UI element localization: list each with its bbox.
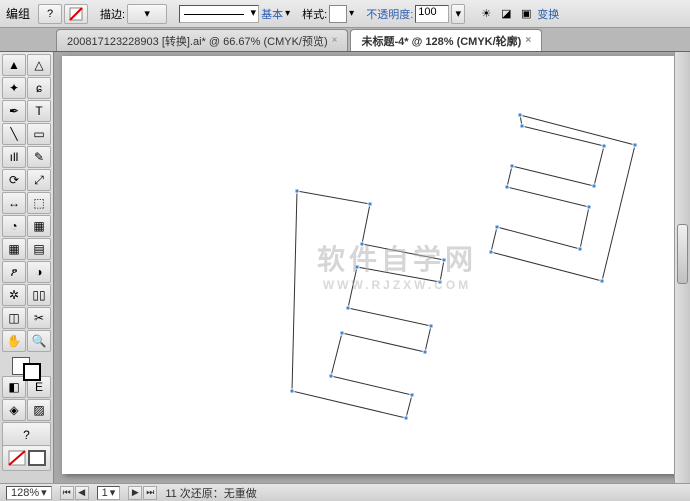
tool-zoom[interactable]: 🔍 (27, 330, 51, 352)
anchor-point[interactable] (495, 225, 500, 230)
anchor-point[interactable] (505, 185, 510, 190)
tool-pen[interactable]: ✒ (2, 100, 26, 122)
stroke-label: 描边: (100, 6, 125, 22)
basic-link[interactable]: 基本 (261, 6, 283, 22)
scrollbar-thumb[interactable] (677, 224, 688, 284)
close-icon[interactable]: × (332, 35, 338, 46)
tool-brush[interactable]: ıll (2, 146, 26, 168)
tool-magic-wand[interactable]: ✦ (2, 77, 26, 99)
tool-type[interactable]: T (27, 100, 51, 122)
prev-page-button[interactable]: ◀ (75, 486, 89, 500)
anchor-point[interactable] (340, 331, 345, 336)
anchor-point[interactable] (489, 250, 494, 255)
stroke-style-input[interactable]: ▾ (179, 5, 259, 23)
anchor-point[interactable] (295, 189, 300, 194)
document-tab-2[interactable]: 未标题-4* @ 128% (CMYK/轮廓) × (350, 29, 542, 51)
canvas-area[interactable]: 软件自学网 WWW.RJZXW.COM (54, 52, 690, 483)
tool-line[interactable]: ╲ (2, 123, 26, 145)
align-icon[interactable]: ☀ (477, 5, 495, 23)
tool-rotate[interactable]: ⟳ (2, 169, 26, 191)
anchor-point[interactable] (290, 389, 295, 394)
tab-label: 200817123228903 [转换].ai* @ 66.67% (CMYK/… (67, 33, 328, 49)
tool-eyedropper[interactable]: ፆ (2, 261, 26, 283)
tab-label: 未标题-4* @ 128% (CMYK/轮廓) (361, 33, 521, 49)
undo-status: 11 次还原：无重做 (165, 485, 256, 501)
style-swatch[interactable] (329, 5, 347, 23)
tool-rectangle[interactable]: ▭ (27, 123, 51, 145)
anchor-point[interactable] (518, 113, 523, 118)
watermark: 软件自学网 WWW.RJZXW.COM (317, 238, 477, 292)
tool-artboard[interactable]: ◫ (2, 307, 26, 329)
page-combo[interactable]: 1 ▾ (97, 486, 121, 500)
artboard[interactable]: 软件自学网 WWW.RJZXW.COM (62, 56, 690, 474)
anchor-point[interactable] (410, 393, 415, 398)
pathfinder-icon[interactable]: ◪ (497, 5, 515, 23)
tool-blend[interactable]: ◑ (27, 261, 51, 283)
opacity-dropdown[interactable]: ▾ (451, 4, 465, 24)
anchor-point[interactable] (592, 184, 597, 189)
isolate-icon[interactable]: ▣ (517, 5, 535, 23)
anchor-point[interactable] (329, 374, 334, 379)
tool-draw-mode[interactable]: ◈ (2, 399, 26, 421)
path-e-right[interactable] (491, 115, 635, 281)
help-button[interactable]: ? (38, 4, 62, 24)
anchor-point[interactable] (346, 306, 351, 311)
no-fill-button[interactable] (64, 4, 88, 24)
tool-graph[interactable]: ▯▯ (27, 284, 51, 306)
tool-color-mode[interactable]: ▨ (27, 399, 51, 421)
tool-shape-builder[interactable]: ◔ (2, 215, 26, 237)
transform-link[interactable]: 变换 (537, 6, 559, 22)
document-tab-1[interactable]: 200817123228903 [转换].ai* @ 66.67% (CMYK/… (56, 29, 348, 51)
anchor-point[interactable] (404, 416, 409, 421)
zoom-combo[interactable]: 128% ▾ (6, 486, 52, 500)
anchor-point[interactable] (423, 350, 428, 355)
anchor-point[interactable] (602, 144, 607, 149)
tool-width[interactable]: ↔ (2, 192, 26, 214)
tool-symbol-spray[interactable]: ✲ (2, 284, 26, 306)
close-icon[interactable]: × (525, 35, 531, 46)
anchor-point[interactable] (368, 202, 373, 207)
group-label: 编组 (6, 5, 30, 22)
tool-scale[interactable]: ⤢ (27, 169, 51, 191)
anchor-point[interactable] (600, 279, 605, 284)
tool-pencil[interactable]: ✎ (27, 146, 51, 168)
last-page-button[interactable]: ⏭ (143, 486, 157, 500)
style-label: 样式: (302, 6, 327, 22)
opacity-link[interactable]: 不透明度: (366, 6, 413, 22)
tool-gradient[interactable]: ▤ (27, 238, 51, 260)
status-bar: 128% ▾ ⏮ ◀ 1 ▾ ▶ ⏭ 11 次还原：无重做 (0, 483, 690, 501)
tool-selection[interactable]: ▲ (2, 54, 26, 76)
tool-panel: ▲△✦ɕ✒T╲▭ıll✎⟳⤢↔⬚◔▦▦▤ፆ◑✲▯▯◫✂✋🔍◧E◈▨? (0, 52, 54, 483)
tool-perspective[interactable]: ▦ (27, 215, 51, 237)
tab-bar: 200817123228903 [转换].ai* @ 66.67% (CMYK/… (0, 28, 690, 52)
next-page-button[interactable]: ▶ (128, 486, 142, 500)
tool-direct-select[interactable]: △ (27, 54, 51, 76)
anchor-point[interactable] (520, 124, 525, 129)
anchor-point[interactable] (578, 247, 583, 252)
mode-swatch[interactable] (2, 445, 51, 471)
anchor-point[interactable] (633, 143, 638, 148)
fill-stroke-swatch[interactable] (2, 353, 51, 385)
tool-slice[interactable]: ✂ (27, 307, 51, 329)
tool-hand[interactable]: ✋ (2, 330, 26, 352)
anchor-point[interactable] (510, 164, 515, 169)
vertical-scrollbar[interactable] (674, 52, 690, 483)
anchor-point[interactable] (587, 205, 592, 210)
path-e-left[interactable] (292, 191, 444, 418)
anchor-point[interactable] (429, 324, 434, 329)
first-page-button[interactable]: ⏮ (60, 486, 74, 500)
tool-free-transform[interactable]: ⬚ (27, 192, 51, 214)
stroke-combo[interactable]: ▾ (127, 4, 167, 24)
tool-lasso[interactable]: ɕ (27, 77, 51, 99)
tool-mesh[interactable]: ▦ (2, 238, 26, 260)
opacity-input[interactable]: 100 (415, 5, 449, 23)
